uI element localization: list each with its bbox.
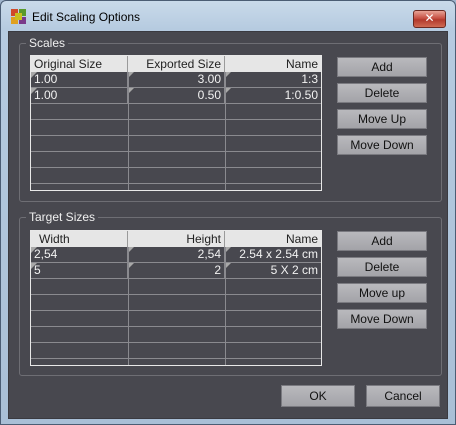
window-title: Edit Scaling Options [32, 10, 141, 24]
targets-move-down-button[interactable]: Move Down [337, 309, 427, 329]
scales-cell-name[interactable]: 1:0.50 [225, 88, 321, 104]
scales-move-down-button[interactable]: Move Down [337, 135, 427, 155]
targets-cell-height[interactable]: 2,54 [128, 247, 225, 263]
dialog-client-area: Scales Original Size Exported Size Name … [8, 31, 448, 419]
targets-add-button[interactable]: Add [337, 231, 427, 251]
table-row[interactable]: 5 2 5 X 2 cm [31, 263, 321, 279]
scales-cell-exported[interactable]: 0.50 [128, 88, 225, 104]
target-sizes-table-header: Width Height Name [31, 231, 321, 247]
table-row[interactable]: 1.00 0.50 1:0.50 [31, 88, 321, 104]
table-row-empty [31, 311, 321, 327]
targets-cell-width[interactable]: 2,54 [31, 247, 128, 263]
scales-move-up-button[interactable]: Move Up [337, 109, 427, 129]
ok-button[interactable]: OK [281, 385, 355, 407]
table-row-empty [31, 152, 321, 168]
close-button[interactable]: ✕ [413, 10, 446, 28]
close-icon: ✕ [424, 11, 435, 25]
table-row-empty [31, 168, 321, 184]
app-icon [11, 9, 26, 24]
targets-move-up-button[interactable]: Move up [337, 283, 427, 303]
targets-col-name[interactable]: Name [225, 231, 321, 247]
table-row-empty [31, 279, 321, 295]
targets-cell-name[interactable]: 2.54 x 2.54 cm [225, 247, 321, 263]
targets-col-width[interactable]: Width [31, 231, 128, 247]
table-row-empty [31, 343, 321, 359]
scales-cell-original[interactable]: 1.00 [31, 88, 128, 104]
targets-cell-height[interactable]: 2 [128, 263, 225, 279]
targets-cell-width[interactable]: 5 [31, 263, 128, 279]
table-row-empty [31, 104, 321, 120]
column-divider [225, 247, 226, 365]
scales-table-header: Original Size Exported Size Name [31, 56, 321, 72]
targets-delete-button[interactable]: Delete [337, 257, 427, 277]
scales-col-exported-size[interactable]: Exported Size [128, 56, 225, 72]
targets-col-height[interactable]: Height [128, 231, 225, 247]
table-row-empty [31, 136, 321, 152]
cancel-button[interactable]: Cancel [366, 385, 440, 407]
column-divider [128, 247, 129, 365]
title-bar: Edit Scaling Options ✕ [1, 1, 455, 31]
scales-table[interactable]: Original Size Exported Size Name 1.00 3.… [30, 55, 322, 191]
column-divider [128, 72, 129, 190]
scales-cell-original[interactable]: 1.00 [31, 72, 128, 88]
table-row-empty [31, 120, 321, 136]
scales-col-original-size[interactable]: Original Size [31, 56, 128, 72]
scales-add-button[interactable]: Add [337, 57, 427, 77]
table-row-empty [31, 295, 321, 311]
column-divider [225, 72, 226, 190]
scales-cell-name[interactable]: 1:3 [225, 72, 321, 88]
scales-cell-exported[interactable]: 3.00 [128, 72, 225, 88]
table-row[interactable]: 2,54 2,54 2.54 x 2.54 cm [31, 247, 321, 263]
dialog-window: Edit Scaling Options ✕ Scales Original S… [0, 0, 456, 425]
table-row-empty [31, 327, 321, 343]
target-sizes-table[interactable]: Width Height Name 2,54 2,54 2.54 x 2.54 … [30, 230, 322, 366]
scales-col-name[interactable]: Name [225, 56, 321, 72]
targets-cell-name[interactable]: 5 X 2 cm [225, 263, 321, 279]
scales-delete-button[interactable]: Delete [337, 83, 427, 103]
target-sizes-group-label: Target Sizes [26, 210, 99, 224]
scales-group-label: Scales [26, 36, 69, 50]
table-row[interactable]: 1.00 3.00 1:3 [31, 72, 321, 88]
